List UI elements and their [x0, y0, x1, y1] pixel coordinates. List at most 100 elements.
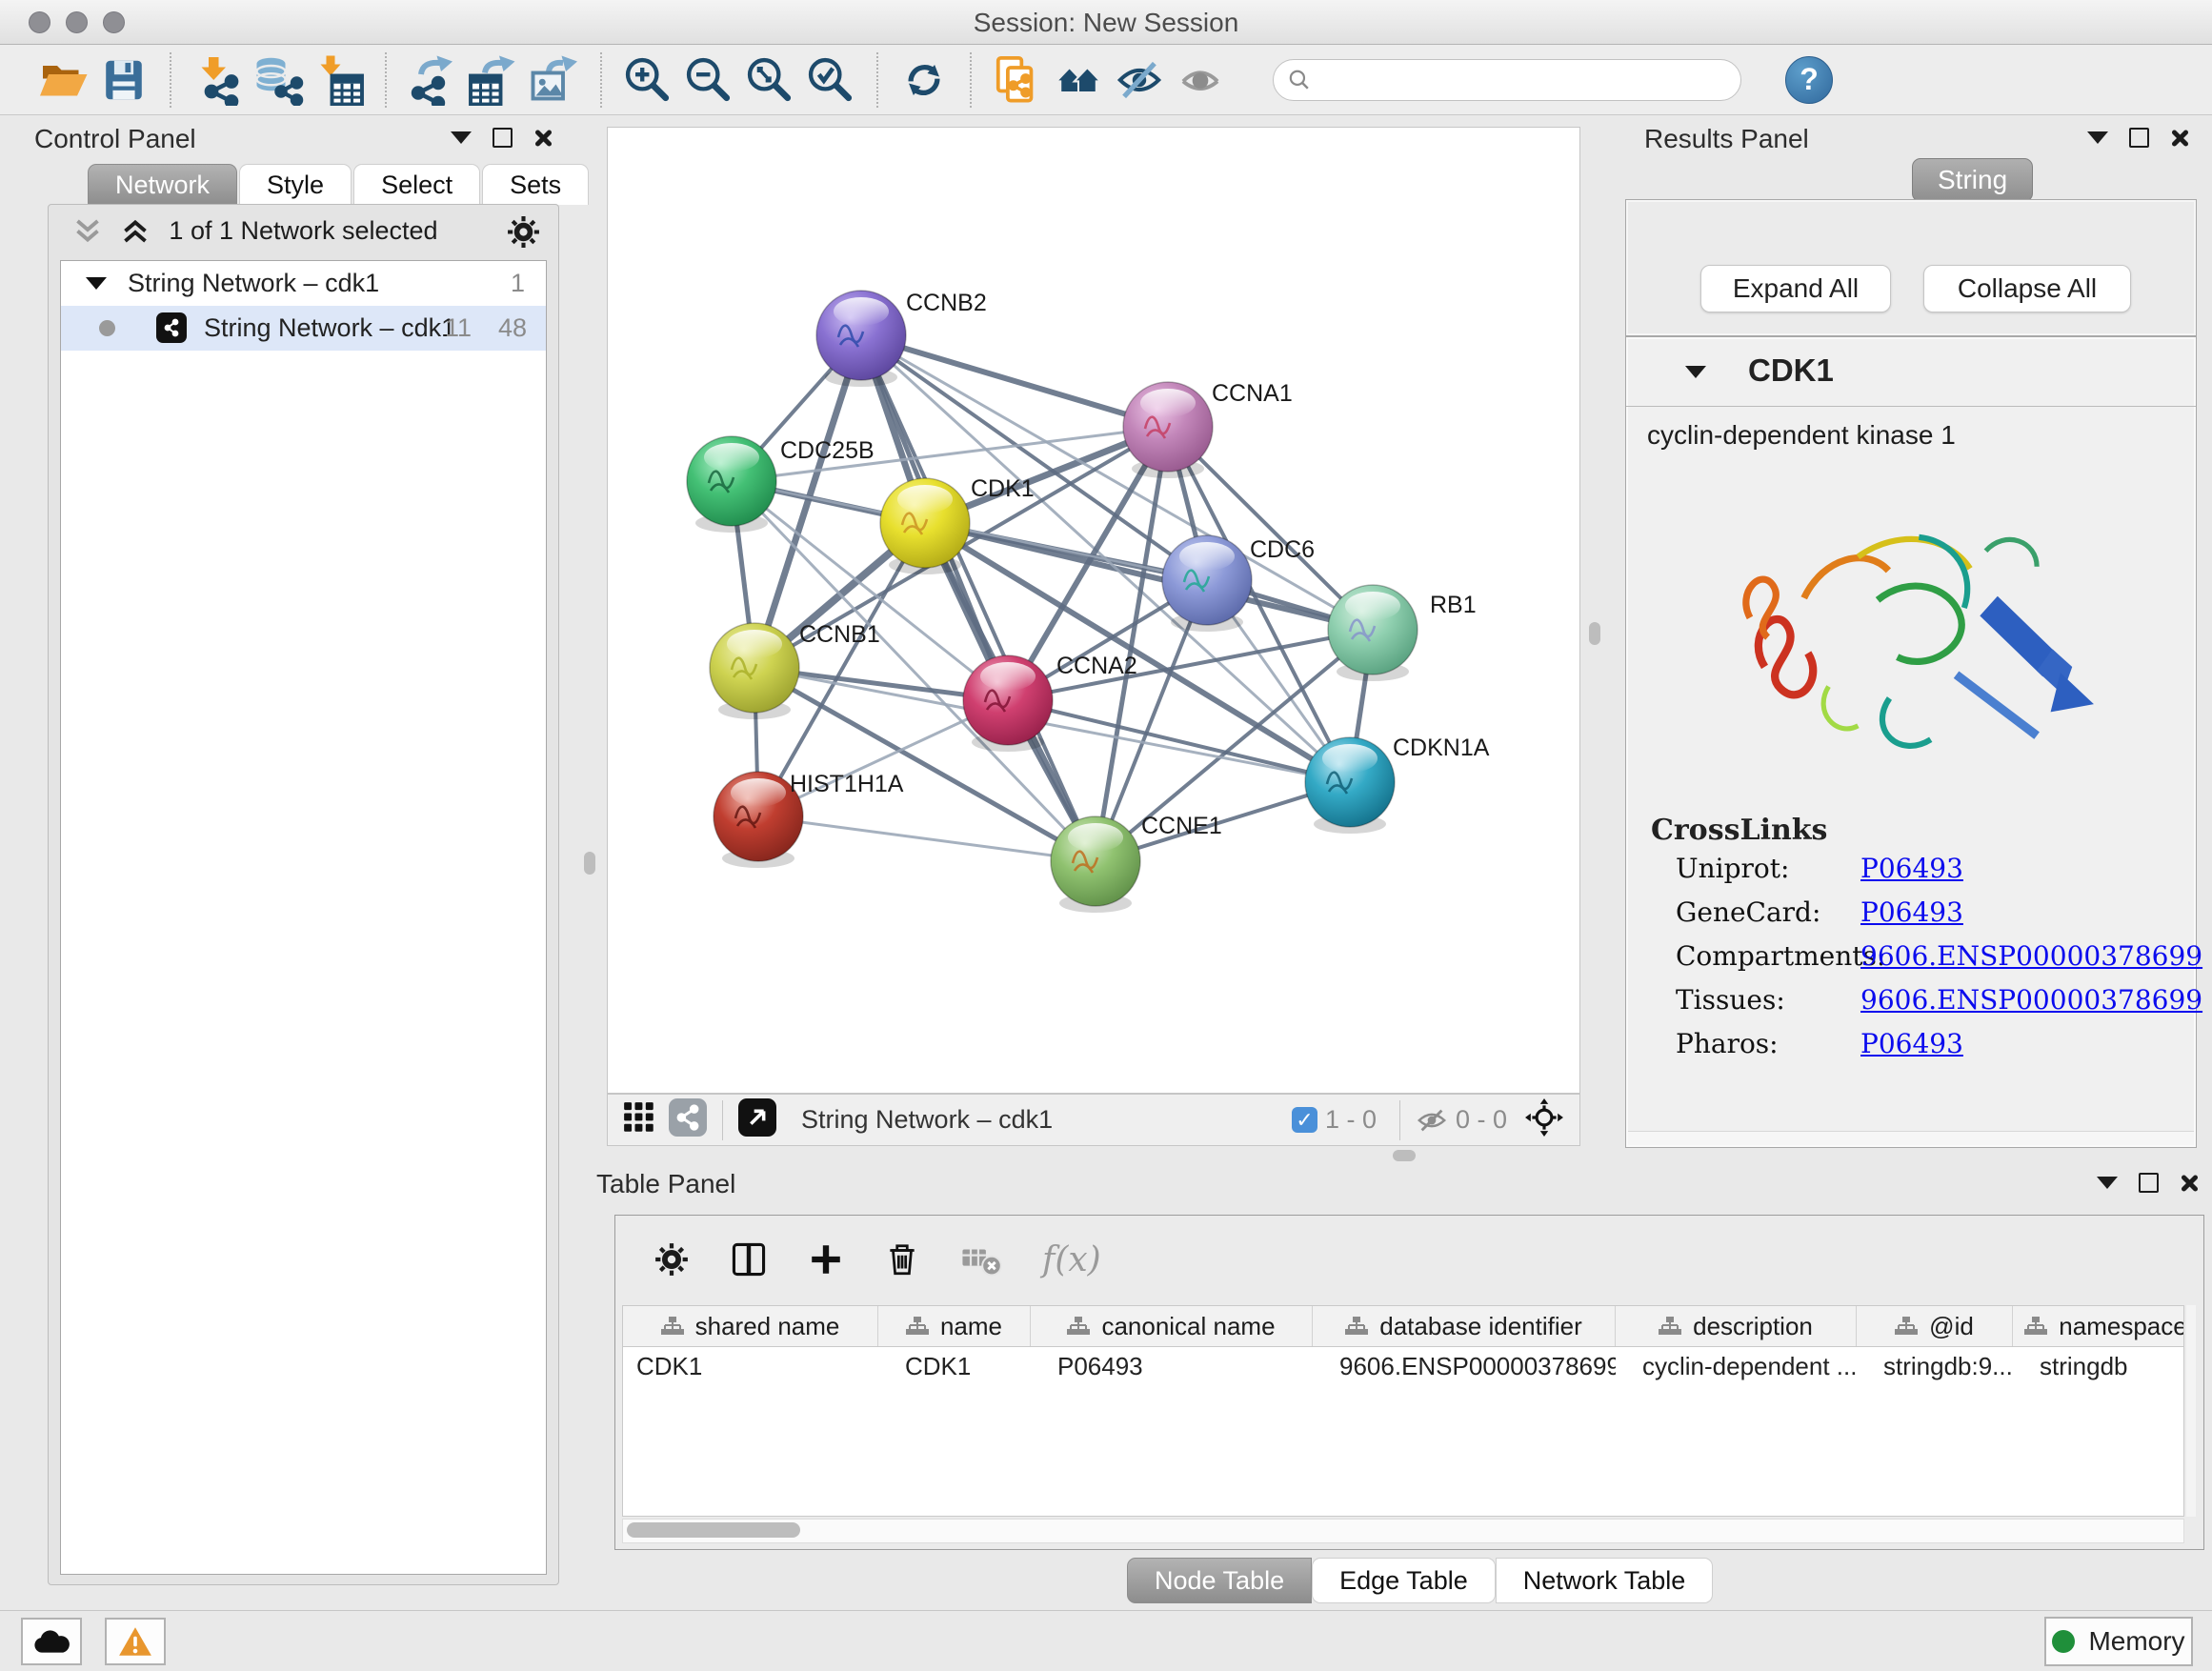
- toolbar-separator: [385, 52, 387, 108]
- zoom-selected-button[interactable]: [800, 50, 861, 111]
- table-horizontal-scrollbar[interactable]: [622, 1519, 2184, 1543]
- panel-float-icon[interactable]: [493, 128, 513, 148]
- column-header-name[interactable]: name: [878, 1306, 1031, 1346]
- network-node-ccna1[interactable]: CCNA1: [1123, 380, 1293, 478]
- column-header-shared-name[interactable]: shared name: [623, 1306, 878, 1346]
- memory-button[interactable]: Memory: [2044, 1617, 2193, 1666]
- delete-table-icon[interactable]: [960, 1242, 1002, 1278]
- eye-button[interactable]: [1170, 50, 1231, 111]
- panel-close-icon[interactable]: [533, 129, 553, 148]
- column-header-canonical-name[interactable]: canonical name: [1031, 1306, 1313, 1346]
- column-header-description[interactable]: description: [1616, 1306, 1857, 1346]
- navigate-button[interactable]: [1524, 1097, 1564, 1142]
- panel-close-icon[interactable]: [2170, 129, 2189, 148]
- panel-float-icon[interactable]: [2139, 1173, 2159, 1193]
- network-edge[interactable]: [861, 335, 1168, 427]
- panel-close-icon[interactable]: [2180, 1174, 2199, 1193]
- export-image-button[interactable]: [524, 50, 585, 111]
- network-collection-row[interactable]: String Network – cdk1 1: [61, 261, 546, 306]
- network-edge[interactable]: [758, 816, 1096, 861]
- table-cell[interactable]: P06493: [1031, 1347, 1313, 1387]
- hidden-eye-icon[interactable]: [1416, 1104, 1448, 1137]
- tab-style[interactable]: Style: [239, 164, 352, 205]
- vertical-splitter-handle[interactable]: [584, 852, 595, 875]
- collapse-all-button[interactable]: Collapse All: [1923, 265, 2131, 312]
- table-row[interactable]: CDK1CDK1P064939606.ENSP00000378699cyclin…: [623, 1347, 2183, 1387]
- entry-header-row[interactable]: CDK1: [1626, 337, 2196, 407]
- panel-menu-icon[interactable]: [451, 131, 472, 144]
- gear-icon[interactable]: [506, 214, 541, 250]
- open-session-button[interactable]: [32, 50, 93, 111]
- crosslink-link[interactable]: 9606.ENSP00000378699: [1860, 984, 2202, 1016]
- table-cell[interactable]: 9606.ENSP00000378699: [1313, 1347, 1616, 1387]
- grid-view-button[interactable]: [623, 1101, 655, 1138]
- table-cell[interactable]: stringdb: [2013, 1347, 2184, 1387]
- search-input[interactable]: [1312, 64, 1727, 95]
- home-button[interactable]: [1048, 50, 1109, 111]
- help-button[interactable]: ?: [1785, 56, 1833, 104]
- network-row-selected[interactable]: String Network – cdk1 11 48: [61, 306, 546, 351]
- tab-network-table[interactable]: Network Table: [1496, 1558, 1714, 1603]
- table-cell[interactable]: CDK1: [878, 1347, 1031, 1387]
- table-vertical-scrollbar[interactable]: [2186, 1305, 2196, 1517]
- panel-menu-icon[interactable]: [2087, 131, 2108, 144]
- collection-expand-icon[interactable]: [86, 277, 107, 290]
- column-header-namespace[interactable]: namespace: [2013, 1306, 2184, 1346]
- network-node-hist1h1a[interactable]: HIST1H1A: [714, 771, 904, 868]
- network-view-canvas[interactable]: CCNB2CCNA1CDC25BCDK1CDC6RB1CCNB1CCNA2CDK…: [607, 127, 1580, 1094]
- import-network-database-button[interactable]: [248, 50, 309, 111]
- panel-menu-icon[interactable]: [2097, 1177, 2118, 1189]
- refresh-button[interactable]: [894, 50, 955, 111]
- function-builder-icon[interactable]: f(x): [1042, 1240, 1101, 1279]
- selected-checkbox[interactable]: ✓: [1292, 1107, 1317, 1133]
- tab-network[interactable]: Network: [88, 164, 237, 205]
- warning-button[interactable]: [105, 1618, 166, 1665]
- network-edge[interactable]: [1008, 700, 1350, 782]
- vertical-splitter-handle[interactable]: [1589, 622, 1600, 645]
- duplicate-network-button[interactable]: [987, 50, 1048, 111]
- gear-icon[interactable]: [654, 1241, 690, 1278]
- table-cell[interactable]: cyclin-dependent ...: [1616, 1347, 1857, 1387]
- export-network-button[interactable]: [402, 50, 463, 111]
- tab-string[interactable]: String: [1912, 158, 2033, 202]
- split-columns-icon[interactable]: [730, 1240, 768, 1278]
- delete-column-icon[interactable]: [884, 1241, 920, 1278]
- table-cell[interactable]: CDK1: [623, 1347, 878, 1387]
- zoom-in-button[interactable]: [617, 50, 678, 111]
- zoom-fit-button[interactable]: [739, 50, 800, 111]
- export-table-button[interactable]: [463, 50, 524, 111]
- horizontal-splitter-handle[interactable]: [1393, 1150, 1416, 1161]
- network-node-rb1[interactable]: RB1: [1328, 585, 1477, 681]
- crosslink-link[interactable]: P06493: [1860, 853, 1963, 884]
- save-session-button[interactable]: [93, 50, 154, 111]
- tab-node-table[interactable]: Node Table: [1127, 1558, 1312, 1603]
- panel-float-icon[interactable]: [2129, 128, 2149, 148]
- cloud-icon: [32, 1629, 70, 1655]
- crosslink-link[interactable]: 9606.ENSP00000378699: [1860, 940, 2202, 972]
- column-header--id[interactable]: @id: [1857, 1306, 2013, 1346]
- import-table-file-button[interactable]: [309, 50, 370, 111]
- column-header-database-identifier[interactable]: database identifier: [1313, 1306, 1616, 1346]
- network-node-cdk1[interactable]: CDK1: [880, 475, 1035, 574]
- crosslink-link[interactable]: P06493: [1860, 1028, 1963, 1059]
- tab-sets[interactable]: Sets: [482, 164, 589, 205]
- entry-name: CDK1: [1748, 352, 1834, 389]
- search-box[interactable]: [1273, 59, 1741, 101]
- entry-collapse-icon[interactable]: [1685, 366, 1706, 378]
- tab-select[interactable]: Select: [353, 164, 480, 205]
- results-scrollbar[interactable]: [1628, 1131, 2194, 1145]
- show-hide-button[interactable]: [1109, 50, 1170, 111]
- cloud-button[interactable]: [21, 1618, 82, 1665]
- network-graph[interactable]: CCNB2CCNA1CDC25BCDK1CDC6RB1CCNB1CCNA2CDK…: [608, 128, 1579, 1093]
- network-view-button[interactable]: [669, 1098, 707, 1141]
- crosslink-link[interactable]: P06493: [1860, 896, 1963, 928]
- import-network-file-button[interactable]: [187, 50, 248, 111]
- add-column-icon[interactable]: [808, 1241, 844, 1278]
- network-node-cdkn1a[interactable]: CDKN1A: [1305, 735, 1490, 834]
- scrollbar-thumb[interactable]: [627, 1522, 800, 1538]
- table-cell[interactable]: stringdb:9...: [1857, 1347, 2013, 1387]
- zoom-out-button[interactable]: [678, 50, 739, 111]
- tab-edge-table[interactable]: Edge Table: [1312, 1558, 1496, 1603]
- expand-all-button[interactable]: Expand All: [1700, 265, 1891, 312]
- birdseye-view-button[interactable]: [738, 1098, 776, 1141]
